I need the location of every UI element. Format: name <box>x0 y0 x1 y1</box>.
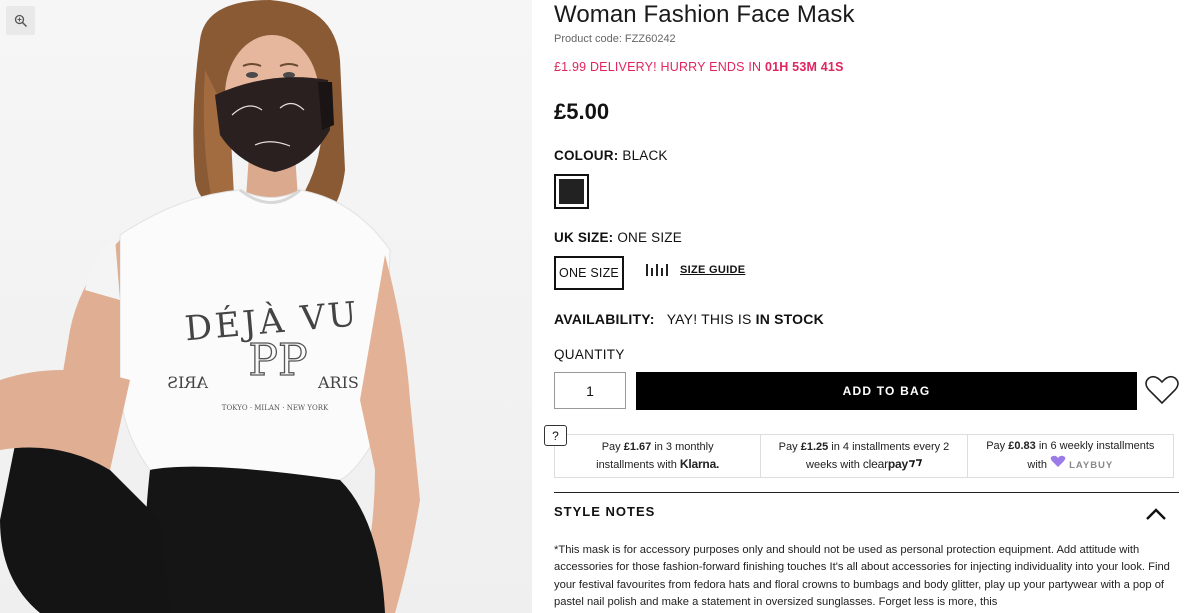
size-guide-label: SIZE GUIDE <box>680 264 746 276</box>
chevron-up-icon[interactable] <box>1144 502 1168 526</box>
product-details: Woman Fashion Face Mask Product code: FZ… <box>544 0 1180 613</box>
divider <box>554 492 1179 493</box>
wishlist-button[interactable] <box>1144 372 1180 408</box>
model-photo: DÉJÀ VU PP ARIS ARIS TOKYO · MILAN · NEW… <box>0 0 420 613</box>
shirt-text-2a: ARIS <box>167 373 209 392</box>
product-title: Woman Fashion Face Mask <box>554 1 855 28</box>
style-notes-heading[interactable]: STYLE NOTES <box>554 504 655 519</box>
laybuy-logo: LAYBUY <box>1069 460 1114 471</box>
klarna-option[interactable]: Pay £1.67 in 3 monthly installments with… <box>555 435 762 477</box>
availability-prefix: YAY! THIS IS <box>666 311 752 327</box>
heart-icon <box>1145 375 1179 405</box>
payment-options: Pay £1.67 in 3 monthly installments with… <box>554 434 1174 478</box>
laybuy-option[interactable]: Pay £0.83 in 6 weekly installments with … <box>968 435 1173 477</box>
laybuy-heart-icon <box>1050 455 1066 467</box>
colour-swatch-black[interactable] <box>554 174 589 209</box>
product-code: Product code: FZZ60242 <box>554 33 676 45</box>
shirt-monogram: PP <box>248 335 307 386</box>
colour-key: COLOUR: <box>554 148 619 163</box>
product-price: £5.00 <box>554 99 610 124</box>
delivery-promo: £1.99 DELIVERY! HURRY ENDS IN 01H 53M 41… <box>554 60 844 74</box>
quantity-input[interactable] <box>554 372 626 409</box>
clearpay-option[interactable]: Pay £1.25 in 4 installments every 2 week… <box>761 435 968 477</box>
zoom-button[interactable] <box>6 6 35 35</box>
size-guide-link[interactable]: SIZE GUIDE <box>646 264 745 276</box>
colour-value: BLACK <box>622 148 668 163</box>
product-image[interactable]: DÉJÀ VU PP ARIS ARIS TOKYO · MILAN · NEW… <box>0 0 532 613</box>
shirt-text-3: TOKYO · MILAN · NEW YORK <box>222 404 329 412</box>
ruler-icon <box>646 264 668 276</box>
size-option-one-size[interactable]: ONE SIZE <box>554 256 624 290</box>
add-to-bag-button[interactable]: ADD TO BAG <box>636 372 1137 410</box>
delivery-text: £1.99 DELIVERY! HURRY ENDS IN <box>554 60 762 74</box>
clearpay-arrows-icon <box>908 458 923 467</box>
shirt-text-2b: ARIS <box>317 373 359 392</box>
delivery-timer: 01H 53M 41S <box>764 60 844 74</box>
size-value: ONE SIZE <box>617 230 682 245</box>
zoom-icon <box>14 14 27 27</box>
colour-label: COLOUR: BLACK <box>554 148 668 163</box>
availability: AVAILABILITY: YAY! THIS IS IN STOCK <box>554 311 824 327</box>
size-label: UK SIZE: ONE SIZE <box>554 230 682 245</box>
stock-status: IN STOCK <box>755 311 824 327</box>
quantity-label: QUANTITY <box>554 347 625 362</box>
klarna-logo: Klarna. <box>679 456 720 471</box>
payment-help-button[interactable]: ? <box>544 425 567 446</box>
clearpay-logo: clearpay <box>863 457 923 471</box>
availability-key: AVAILABILITY: <box>554 311 655 327</box>
style-notes-text: *This mask is for accessory purposes onl… <box>554 544 1170 608</box>
size-key: UK SIZE: <box>554 230 614 245</box>
